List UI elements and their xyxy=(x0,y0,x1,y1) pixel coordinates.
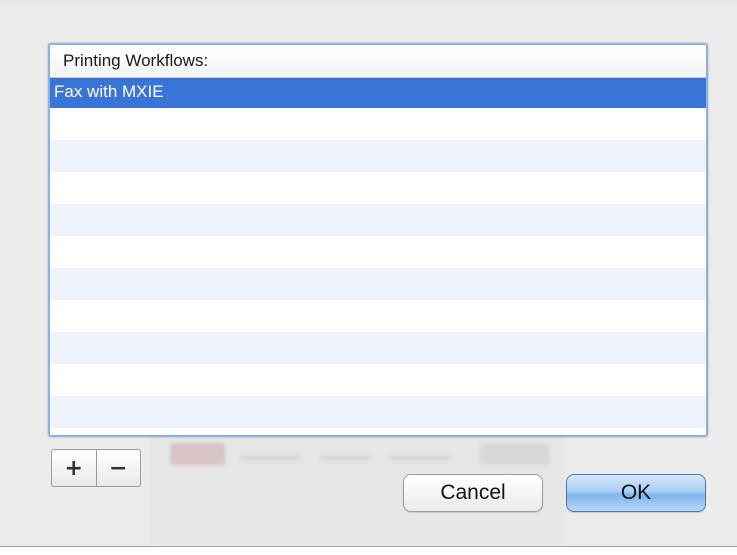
add-remove-control: + − xyxy=(51,449,141,487)
empty-row xyxy=(50,236,706,268)
ok-button[interactable]: OK xyxy=(566,474,706,512)
empty-row xyxy=(50,268,706,300)
empty-row xyxy=(50,140,706,172)
workflows-list[interactable]: Printing Workflows: Fax with MXIE xyxy=(48,43,708,437)
empty-row xyxy=(50,108,706,140)
list-header: Printing Workflows: xyxy=(50,45,706,78)
empty-row xyxy=(50,172,706,204)
cancel-button[interactable]: Cancel xyxy=(403,474,543,512)
empty-row xyxy=(50,364,706,396)
empty-row xyxy=(50,204,706,236)
list-item[interactable]: Fax with MXIE xyxy=(50,78,706,108)
empty-row xyxy=(50,300,706,332)
list-item-label: Fax with MXIE xyxy=(54,82,164,101)
empty-row xyxy=(50,332,706,364)
printing-workflows-sheet: Printing Workflows: Fax with MXIE + − Ca… xyxy=(0,0,737,547)
empty-row xyxy=(50,396,706,428)
add-button[interactable]: + xyxy=(52,450,96,486)
remove-button[interactable]: − xyxy=(95,450,141,486)
